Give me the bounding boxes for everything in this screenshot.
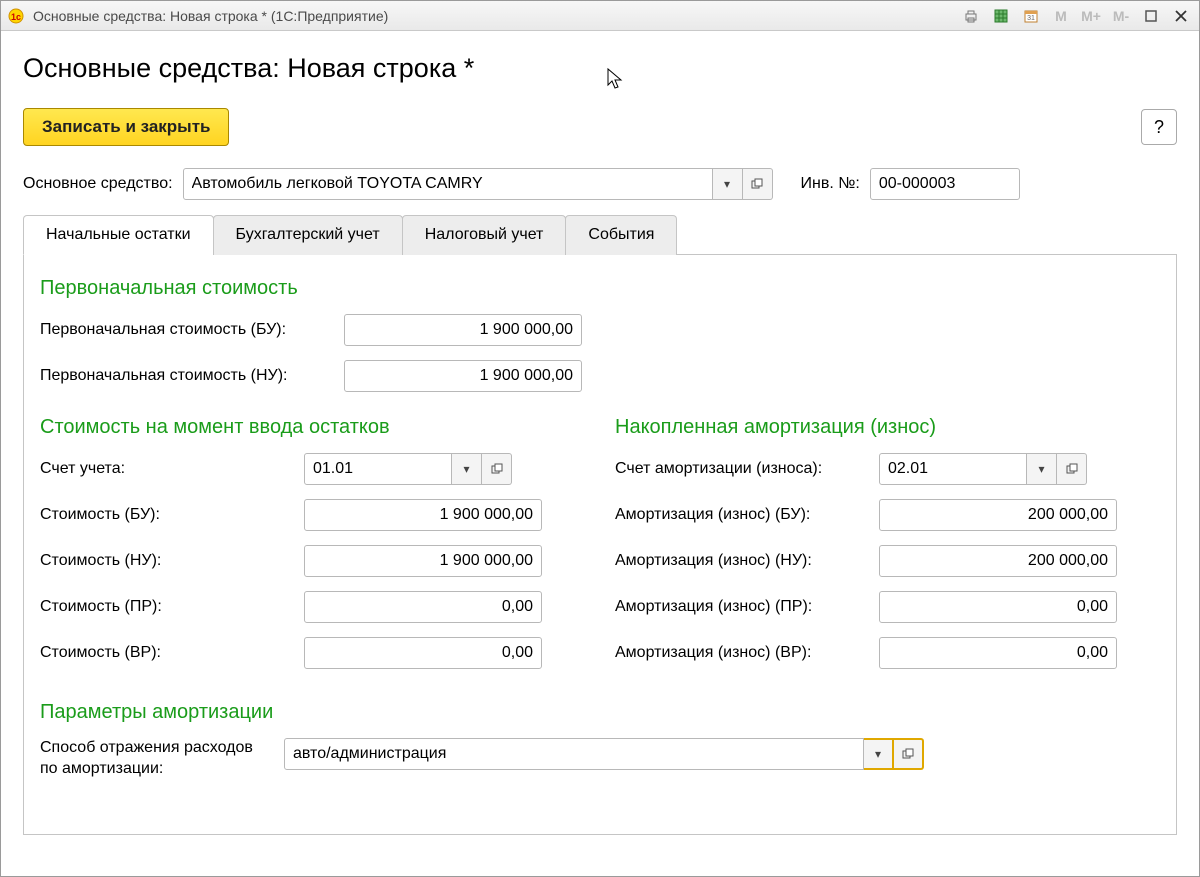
- open-icon[interactable]: [743, 168, 773, 200]
- tab-initial-balances[interactable]: Начальные остатки: [23, 215, 214, 255]
- app-icon: 1c: [7, 7, 25, 25]
- help-button[interactable]: ?: [1141, 109, 1177, 145]
- svg-text:1c: 1c: [11, 12, 21, 22]
- expense-method-label: Способ отражения расходов по амортизации…: [40, 738, 270, 780]
- cost-nu-input[interactable]: [304, 545, 542, 577]
- window-title: Основные средства: Новая строка * (1С:Пр…: [33, 8, 388, 24]
- calendar-icon[interactable]: 31: [1019, 5, 1043, 27]
- close-icon[interactable]: [1169, 5, 1193, 27]
- cost-pr-input[interactable]: [304, 591, 542, 623]
- dropdown-icon[interactable]: ▾: [864, 738, 894, 770]
- initial-cost-nu-input[interactable]: [344, 360, 582, 392]
- inv-number-input[interactable]: [870, 168, 1020, 200]
- cost-pr-label: Стоимость (ПР):: [40, 598, 290, 616]
- titlebar: 1c Основные средства: Новая строка * (1С…: [1, 1, 1199, 31]
- tabs: Начальные остатки Бухгалтерский учет Нал…: [23, 214, 1177, 255]
- depr-nu-input[interactable]: [879, 545, 1117, 577]
- depr-bu-input[interactable]: [879, 499, 1117, 531]
- memory-mminus-button[interactable]: M-: [1109, 5, 1133, 27]
- depr-vr-input[interactable]: [879, 637, 1117, 669]
- section-initial-cost-title: Первоначальная стоимость: [40, 277, 1160, 300]
- tab-accounting[interactable]: Бухгалтерский учет: [213, 215, 403, 255]
- depr-pr-label: Амортизация (износ) (ПР):: [615, 598, 865, 616]
- cost-vr-input[interactable]: [304, 637, 542, 669]
- calculator-icon[interactable]: [989, 5, 1013, 27]
- page-title: Основные средства: Новая строка *: [23, 53, 1177, 84]
- depr-account-label: Счет амортизации (износа):: [615, 460, 865, 478]
- save-and-close-button[interactable]: Записать и закрыть: [23, 108, 229, 146]
- account-label: Счет учета:: [40, 460, 290, 478]
- initial-cost-bu-label: Первоначальная стоимость (БУ):: [40, 321, 330, 339]
- main-asset-input[interactable]: [183, 168, 713, 200]
- dropdown-icon[interactable]: ▾: [452, 453, 482, 485]
- cost-nu-label: Стоимость (НУ):: [40, 552, 290, 570]
- cost-vr-label: Стоимость (ВР):: [40, 644, 290, 662]
- dropdown-icon[interactable]: ▾: [713, 168, 743, 200]
- depr-bu-label: Амортизация (износ) (БУ):: [615, 506, 865, 524]
- account-input[interactable]: [304, 453, 452, 485]
- expense-method-input[interactable]: [284, 738, 864, 770]
- initial-cost-bu-input[interactable]: [344, 314, 582, 346]
- section-depreciation-title: Накопленная амортизация (износ): [615, 416, 1160, 439]
- depr-vr-label: Амортизация (износ) (ВР):: [615, 644, 865, 662]
- inv-number-label: Инв. №:: [801, 175, 860, 193]
- print-icon[interactable]: [959, 5, 983, 27]
- tab-tax[interactable]: Налоговый учет: [402, 215, 567, 255]
- open-icon[interactable]: [482, 453, 512, 485]
- open-icon[interactable]: [1057, 453, 1087, 485]
- cost-bu-input[interactable]: [304, 499, 542, 531]
- initial-cost-nu-label: Первоначальная стоимость (НУ):: [40, 367, 330, 385]
- depr-account-input[interactable]: [879, 453, 1027, 485]
- open-icon[interactable]: [894, 738, 924, 770]
- depr-pr-input[interactable]: [879, 591, 1117, 623]
- section-cost-entry-title: Стоимость на момент ввода остатков: [40, 416, 585, 439]
- tab-events[interactable]: События: [565, 215, 677, 255]
- dropdown-icon[interactable]: ▾: [1027, 453, 1057, 485]
- depr-nu-label: Амортизация (износ) (НУ):: [615, 552, 865, 570]
- memory-mplus-button[interactable]: M+: [1079, 5, 1103, 27]
- maximize-icon[interactable]: [1139, 5, 1163, 27]
- section-params-title: Параметры амортизации: [40, 701, 1160, 724]
- memory-m-button[interactable]: M: [1049, 5, 1073, 27]
- cost-bu-label: Стоимость (БУ):: [40, 506, 290, 524]
- main-asset-label: Основное средство:: [23, 175, 173, 193]
- svg-text:31: 31: [1027, 15, 1035, 22]
